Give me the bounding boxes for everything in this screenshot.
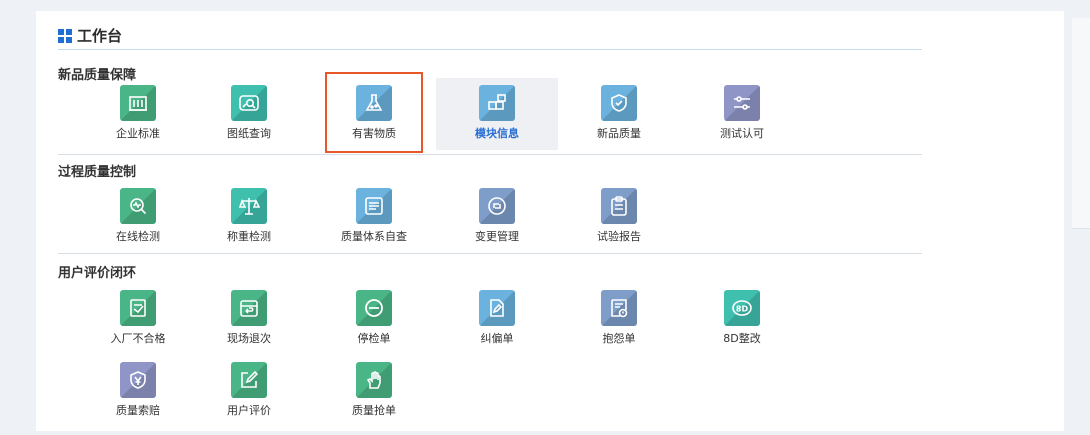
return-box-icon (231, 290, 267, 326)
tile-label: 用户评价 (227, 404, 271, 417)
tile-online-inspection[interactable]: 在线检测 (78, 181, 198, 253)
edit-file-icon (479, 290, 515, 326)
shield-check-icon (601, 85, 637, 121)
tile-hazardous-substances[interactable]: 有害物质 (325, 72, 423, 153)
section-divider (58, 253, 922, 254)
tile-label: 图纸查询 (227, 127, 271, 140)
tile-module-info[interactable]: 模块信息 (436, 78, 558, 150)
tile-label: 质量索赔 (116, 404, 160, 417)
tile-label: 8D整改 (723, 332, 761, 345)
tile-8d-rectification[interactable]: 8D 8D整改 (682, 283, 802, 355)
tile-label: 停检单 (357, 332, 391, 345)
scale-icon (231, 188, 267, 224)
tile-test-approval[interactable]: 测试认可 (682, 78, 802, 150)
complaint-doc-icon (601, 290, 637, 326)
tile-label: 在线检测 (116, 230, 160, 243)
pulse-search-icon (120, 188, 156, 224)
edit-document-icon (120, 290, 156, 326)
tile-label: 称重检测 (227, 230, 271, 243)
8d-icon: 8D (724, 290, 760, 326)
tile-label: 现场退次 (227, 332, 271, 345)
sliders-icon (724, 85, 760, 121)
svg-text:8D: 8D (736, 305, 749, 314)
tile-stop-inspection[interactable]: 停检单 (314, 283, 434, 355)
tile-drawing-query[interactable]: 图纸查询 (189, 78, 309, 150)
modules-icon (479, 85, 515, 121)
tile-quality-grab-order[interactable]: 质量抢单 (314, 355, 434, 427)
pencil-square-icon (231, 362, 267, 398)
tile-quality-claim[interactable]: 质量索赔 (78, 355, 198, 427)
stop-circle-icon (356, 290, 392, 326)
yen-shield-icon (120, 362, 156, 398)
tile-test-report[interactable]: 试验报告 (559, 181, 679, 253)
section-divider (58, 154, 922, 155)
workbench-panel: 工作台 新品质量保障 企业标准 图纸查询 有害物质 模块信息 新品质量 测试认可… (36, 11, 1064, 431)
tile-label: 新品质量 (597, 127, 641, 140)
section-title-process-control: 过程质量控制 (58, 165, 137, 180)
document-list-icon (356, 188, 392, 224)
flask-icon (356, 85, 392, 121)
tile-complaint-order[interactable]: 抱怨单 (559, 283, 679, 355)
section-title-user-feedback: 用户评价闭环 (58, 266, 137, 281)
tile-enterprise-standard[interactable]: 企业标准 (78, 78, 198, 150)
tile-label: 质量体系自查 (341, 230, 407, 243)
tile-onsite-return[interactable]: 现场退次 (189, 283, 309, 355)
right-side-panel (1072, 18, 1090, 229)
tile-new-product-quality[interactable]: 新品质量 (559, 78, 679, 150)
tile-label: 入厂不合格 (110, 332, 166, 345)
picture-search-icon (231, 85, 267, 121)
tile-change-management[interactable]: 变更管理 (437, 181, 557, 253)
tile-label: 变更管理 (475, 230, 519, 243)
grid-icon (58, 29, 72, 43)
tile-label: 有害物质 (352, 127, 396, 140)
refresh-circle-icon (479, 188, 515, 224)
tile-label: 抱怨单 (602, 332, 636, 345)
tile-label: 纠偏单 (480, 332, 514, 345)
tile-correction-order[interactable]: 纠偏单 (437, 283, 557, 355)
tile-incoming-nonconforming[interactable]: 入厂不合格 (78, 283, 198, 355)
hand-grab-icon (356, 362, 392, 398)
tile-user-evaluation[interactable]: 用户评价 (189, 355, 309, 427)
clipboard-icon (601, 188, 637, 224)
building-icon (120, 85, 156, 121)
tile-label: 模块信息 (475, 127, 519, 140)
tile-label: 测试认可 (720, 127, 764, 140)
page-title: 工作台 (77, 27, 123, 45)
tile-label: 企业标准 (116, 127, 160, 140)
tile-quality-system-self-check[interactable]: 质量体系自查 (314, 181, 434, 253)
tile-weighing-inspection[interactable]: 称重检测 (189, 181, 309, 253)
tile-label: 试验报告 (597, 230, 641, 243)
workbench-header: 工作台 (58, 25, 922, 50)
tile-label: 质量抢单 (352, 404, 396, 417)
